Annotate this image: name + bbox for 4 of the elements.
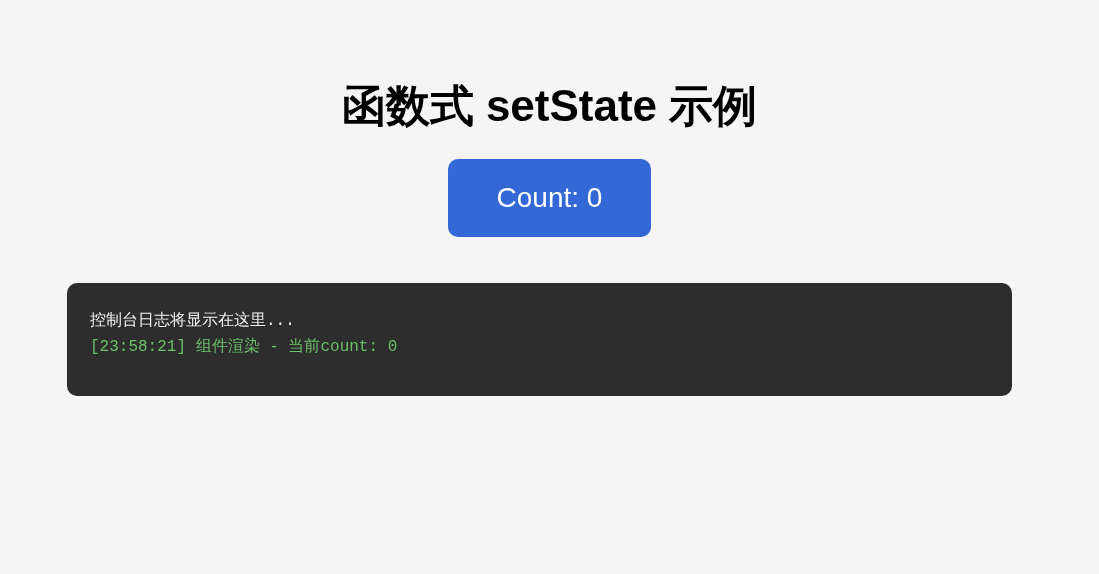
console-line: 控制台日志将显示在这里... xyxy=(90,310,296,332)
page-title: 函数式 setState 示例 xyxy=(341,80,758,132)
console-line: [23:58:21] 组件渲染 - 当前count: 0 xyxy=(90,336,399,358)
count-button[interactable]: Count: 0 xyxy=(448,159,651,237)
